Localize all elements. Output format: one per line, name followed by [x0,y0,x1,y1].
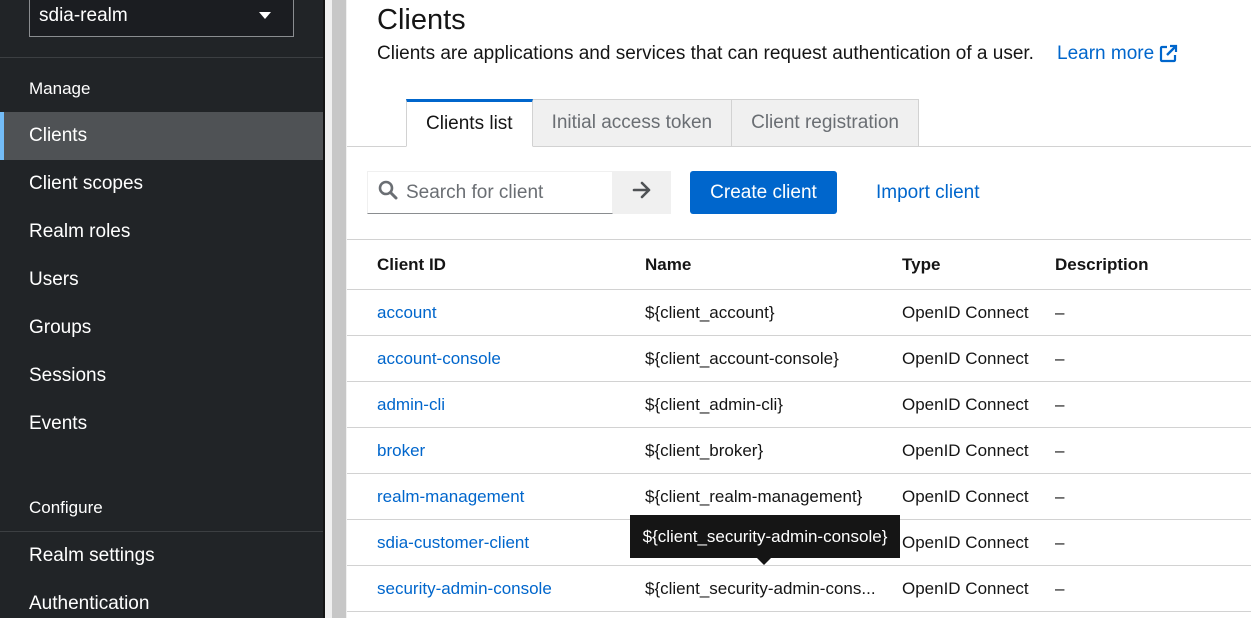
sidebar-item-realm-roles[interactable]: Realm roles [0,208,323,256]
sidebar-divider [0,57,323,58]
sidebar-item-label: Events [29,413,88,434]
client-type: OpenID Connect [902,394,1029,414]
tab-client-registration[interactable]: Client registration [732,99,919,147]
sidebar-item-label: Groups [29,317,92,338]
client-description: – [1055,348,1065,368]
section-title-manage: Manage [29,79,91,98]
learn-more-link[interactable]: Learn more [1057,43,1178,65]
create-client-button[interactable]: Create client [690,171,837,214]
table-row: account-console ${client_account-console… [347,336,1251,382]
sidebar-item-realm-settings[interactable]: Realm settings [0,532,323,580]
client-description: – [1055,302,1065,322]
sidebar: sdia-realm Manage Clients Client scopes … [0,0,323,618]
column-header-type[interactable]: Type [902,255,940,275]
client-name: ${client_realm-management} [645,486,863,506]
client-name: ${client_account-console} [645,348,839,368]
client-type: OpenID Connect [902,348,1029,368]
tab-label: Clients list [426,113,513,134]
search-icon [378,180,398,205]
sidebar-item-events[interactable]: Events [0,400,323,448]
page-title: Clients [377,4,466,36]
sidebar-item-client-scopes[interactable]: Client scopes [0,160,323,208]
client-description: – [1055,532,1065,552]
client-description: – [1055,394,1065,414]
client-id-link[interactable]: account [377,303,437,323]
section-title-configure: Configure [29,498,103,517]
import-client-button[interactable]: Import client [876,171,979,214]
client-id-link[interactable]: account-console [377,349,501,369]
scrollbar[interactable] [332,0,346,618]
client-id-link[interactable]: broker [377,441,425,461]
tab-label: Initial access token [551,112,713,133]
sidebar-item-label: Clients [29,125,88,146]
search-submit-button[interactable] [613,171,671,214]
sidebar-item-label: Client scopes [29,173,144,194]
realm-selector[interactable]: sdia-realm [29,0,294,37]
sidebar-item-label: Realm roles [29,221,131,242]
sidebar-item-label: Users [29,269,79,290]
client-type: OpenID Connect [902,486,1029,506]
sidebar-item-groups[interactable]: Groups [0,304,323,352]
client-name: ${client_account} [645,302,775,322]
external-link-icon [1158,44,1178,64]
caret-down-icon [259,12,271,19]
gutter-line [323,0,325,618]
table-row: security-admin-console ${client_security… [347,566,1251,612]
page-description: Clients are applications and services th… [377,43,1034,64]
column-header-name[interactable]: Name [645,255,691,275]
sidebar-item-authentication[interactable]: Authentication [0,580,323,618]
table-row: realm-management ${client_realm-manageme… [347,474,1251,520]
client-type: OpenID Connect [902,440,1029,460]
client-type: OpenID Connect [902,578,1029,598]
sidebar-resize-gutter [323,0,347,618]
column-header-description: Description [1055,254,1149,274]
client-type: OpenID Connect [902,532,1029,552]
tab-initial-access-token[interactable]: Initial access token [532,99,733,147]
table-row: account ${client_account} OpenID Connect… [347,290,1251,336]
search-input[interactable] [406,181,606,204]
sidebar-item-label: Sessions [29,365,107,386]
client-name: ${client_broker} [645,440,764,460]
client-description: – [1055,440,1065,460]
table-header: Client ID Name Type Description [347,240,1251,290]
learn-more-label: Learn more [1057,43,1155,64]
name-tooltip: ${client_security-admin-console} [630,515,900,565]
sidebar-item-clients[interactable]: Clients [0,112,323,160]
client-id-link[interactable]: admin-cli [377,395,445,415]
client-id-link[interactable]: security-admin-console [377,579,552,599]
client-name: ${client_security-admin-cons... [645,578,876,598]
sidebar-item-users[interactable]: Users [0,256,323,304]
table-row: admin-cli ${client_admin-cli} OpenID Con… [347,382,1251,428]
client-description: – [1055,578,1065,598]
sidebar-item-label: Realm settings [29,545,155,566]
sidebar-item-sessions[interactable]: Sessions [0,352,323,400]
client-name: ${client_admin-cli} [645,394,783,414]
column-header-client-id[interactable]: Client ID [377,255,446,275]
client-id-link[interactable]: sdia-customer-client [377,533,529,553]
sidebar-item-label: Authentication [29,593,150,614]
client-id-link[interactable]: realm-management [377,487,524,507]
tab-bar: Clients list Initial access token Client… [406,99,919,147]
arrow-right-icon [632,181,652,204]
tab-clients-list[interactable]: Clients list [406,99,533,147]
table-row: broker ${client_broker} OpenID Connect – [347,428,1251,474]
client-type: OpenID Connect [902,302,1029,322]
tab-label: Client registration [751,112,899,133]
search-field [367,171,613,214]
realm-selector-label: sdia-realm [39,5,128,26]
client-description: – [1055,486,1065,506]
